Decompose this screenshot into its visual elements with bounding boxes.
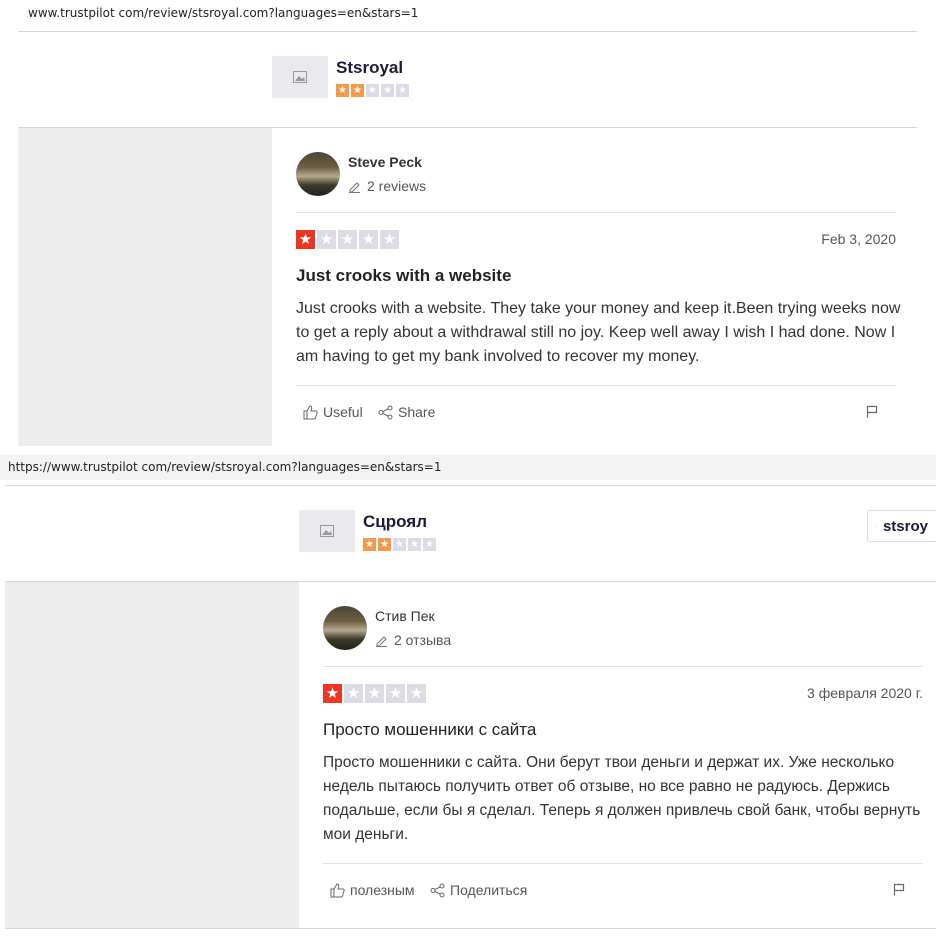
star-icon: ★ [378,538,391,551]
flag-icon [866,405,878,418]
company-name[interactable]: Сцроял [363,512,427,532]
divider [5,485,936,486]
review-title[interactable]: Just crooks with a website [296,266,511,286]
star-icon: ★ [386,684,405,703]
company-rating-stars: ★ ★ ★ ★ ★ [363,538,436,551]
pencil-icon [349,181,360,193]
avatar[interactable] [296,152,340,196]
star-icon: ★ [351,84,364,97]
star-icon: ★ [336,84,349,97]
thumbs-up-icon [330,882,345,897]
divider [323,666,923,667]
share-button[interactable]: Share [378,404,435,420]
star-icon: ★ [423,538,436,551]
review-body: Просто мошенники с сайта. Они берут твои… [323,754,921,843]
divider [18,31,917,32]
star-icon: ★ [296,230,315,249]
star-icon: ★ [365,684,384,703]
star-icon: ★ [393,538,406,551]
share-label: Поделиться [450,882,528,898]
star-icon: ★ [323,684,342,703]
useful-label: полезным [350,882,415,898]
company-logo-placeholder [299,510,355,552]
image-placeholder-icon [320,525,334,537]
url-bar-bottom: https://www.trustpilot com/review/stsroy… [8,460,442,474]
image-placeholder-icon [293,71,307,83]
star-icon: ★ [396,84,409,97]
company-rating-stars: ★ ★ ★ ★ ★ [336,84,409,97]
review-date: 3 февраля 2020 г. [807,685,923,701]
useful-button[interactable]: полезным [330,882,415,898]
share-label: Share [398,404,436,420]
review-count-label: 2 reviews [367,178,427,194]
divider [296,385,896,386]
star-icon: ★ [381,84,394,97]
visit-website-button[interactable]: stsroy [867,510,936,542]
star-icon: ★ [317,230,336,249]
star-icon: ★ [344,684,363,703]
star-icon: ★ [380,230,399,249]
star-icon: ★ [363,538,376,551]
review-title[interactable]: Просто мошенники с сайта [323,720,536,740]
review-date: Feb 3, 2020 [821,231,896,247]
review-body: Just crooks with a website. They take yo… [296,300,901,365]
visit-website-label: stsroy [882,517,928,535]
thumbs-up-icon [303,404,318,419]
url-bar-top: www.trustpilot com/review/stsroyal.com?l… [28,6,419,20]
reviewer-name[interactable]: Стив Пек [375,608,435,624]
divider [323,863,923,864]
star-icon: ★ [407,684,426,703]
reviewer-review-count: 2 reviews [348,178,426,194]
share-icon [430,883,445,897]
share-button[interactable]: Поделиться [430,882,527,898]
pencil-icon [376,635,387,647]
flag-button[interactable] [893,883,905,901]
star-icon: ★ [359,230,378,249]
avatar[interactable] [323,606,367,650]
review-rating-stars: ★ ★ ★ ★ ★ [296,230,399,249]
share-icon [378,405,393,419]
flag-icon [893,883,905,896]
company-name[interactable]: Stsroyal [336,58,403,78]
useful-label: Useful [323,404,363,420]
divider [296,212,896,213]
left-panel [5,582,299,928]
divider [5,928,936,929]
left-panel [18,128,272,446]
star-icon: ★ [366,84,379,97]
external-link-icon [876,525,877,527]
company-logo-placeholder [272,56,328,98]
reviewer-review-count: 2 отзыва [375,632,451,648]
reviewer-name[interactable]: Steve Peck [348,154,422,170]
star-icon: ★ [408,538,421,551]
flag-button[interactable] [866,405,878,423]
useful-button[interactable]: Useful [303,404,363,420]
review-count-label: 2 отзыва [394,632,452,648]
star-icon: ★ [338,230,357,249]
review-rating-stars: ★ ★ ★ ★ ★ [323,684,426,703]
